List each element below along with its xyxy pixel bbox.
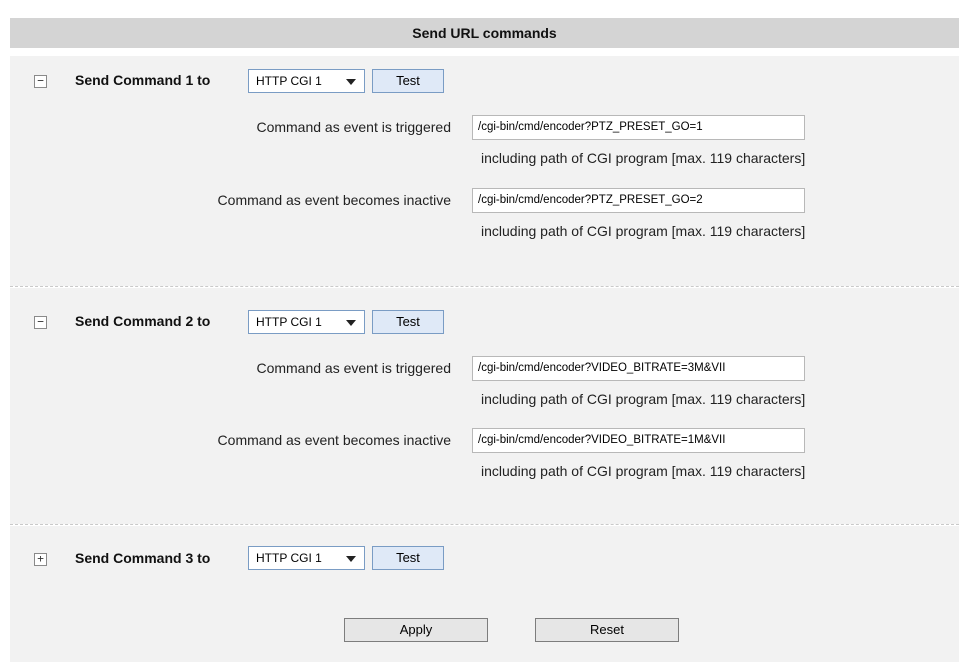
- collapse-command-2-icon[interactable]: −: [34, 316, 47, 329]
- command-1-inactive-label: Command as event becomes inactive: [217, 192, 451, 208]
- chevron-down-icon: [346, 79, 356, 85]
- chevron-down-icon: [346, 556, 356, 562]
- command-2-target-value: HTTP CGI 1: [256, 315, 322, 329]
- command-1-target-value: HTTP CGI 1: [256, 74, 322, 88]
- collapse-command-1-icon[interactable]: −: [34, 75, 47, 88]
- command-2-inactive-input[interactable]: /cgi-bin/cmd/encoder?VIDEO_BITRATE=1M&VI…: [472, 428, 805, 453]
- command-1-target-select[interactable]: HTTP CGI 1: [248, 69, 365, 93]
- command-3-target-select[interactable]: HTTP CGI 1: [248, 546, 365, 570]
- divider: [10, 286, 959, 287]
- command-2-inactive-label: Command as event becomes inactive: [217, 432, 451, 448]
- divider: [10, 524, 959, 525]
- command-3-test-button[interactable]: Test: [372, 546, 444, 570]
- command-1-inactive-hint: including path of CGI program [max. 119 …: [481, 223, 806, 239]
- chevron-down-icon: [346, 320, 356, 326]
- command-1-test-button[interactable]: Test: [372, 69, 444, 93]
- command-2-triggered-label: Command as event is triggered: [256, 360, 451, 376]
- section-header: Send URL commands: [10, 18, 959, 48]
- reset-button[interactable]: Reset: [535, 618, 679, 642]
- section-title: Send URL commands: [412, 25, 557, 41]
- command-1-triggered-input[interactable]: /cgi-bin/cmd/encoder?PTZ_PRESET_GO=1: [472, 115, 805, 140]
- command-2-triggered-hint: including path of CGI program [max. 119 …: [481, 391, 806, 407]
- command-2-test-button[interactable]: Test: [372, 310, 444, 334]
- command-1-triggered-label: Command as event is triggered: [256, 119, 451, 135]
- command-2-inactive-hint: including path of CGI program [max. 119 …: [481, 463, 806, 479]
- command-2-target-select[interactable]: HTTP CGI 1: [248, 310, 365, 334]
- command-2-triggered-input[interactable]: /cgi-bin/cmd/encoder?VIDEO_BITRATE=3M&VI…: [472, 356, 805, 381]
- command-1-label: Send Command 1 to: [75, 72, 211, 88]
- expand-command-3-icon[interactable]: +: [34, 553, 47, 566]
- command-1-inactive-input[interactable]: /cgi-bin/cmd/encoder?PTZ_PRESET_GO=2: [472, 188, 805, 213]
- command-1-panel: [10, 56, 959, 286]
- command-1-triggered-hint: including path of CGI program [max. 119 …: [481, 150, 806, 166]
- apply-button[interactable]: Apply: [344, 618, 488, 642]
- command-3-label: Send Command 3 to: [75, 550, 211, 566]
- command-3-target-value: HTTP CGI 1: [256, 551, 322, 565]
- command-2-label: Send Command 2 to: [75, 313, 211, 329]
